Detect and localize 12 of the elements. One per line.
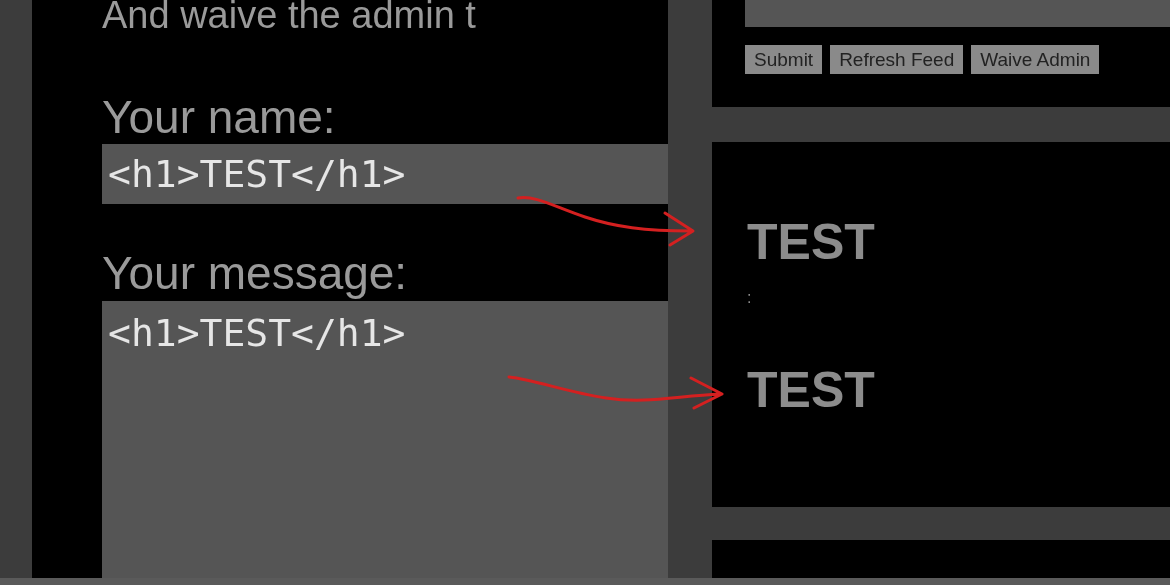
post-name: TEST [747, 213, 876, 272]
field-label: Your name: [102, 92, 337, 142]
post-separator: : [747, 288, 752, 308]
form-button[interactable]: Submit [745, 45, 823, 74]
text-field[interactable] [745, 0, 1170, 27]
post-message: TEST [747, 361, 876, 420]
form-button[interactable]: Waive Admin [971, 45, 1100, 74]
form-button[interactable]: Refresh Feed [830, 45, 964, 74]
message-field[interactable]: <h1>TEST</h1> [102, 301, 668, 578]
intro-text: And waive the admin t [102, 0, 477, 34]
name-field[interactable]: <h1>TEST</h1> [102, 144, 668, 204]
field-label: Your message: [102, 248, 409, 298]
